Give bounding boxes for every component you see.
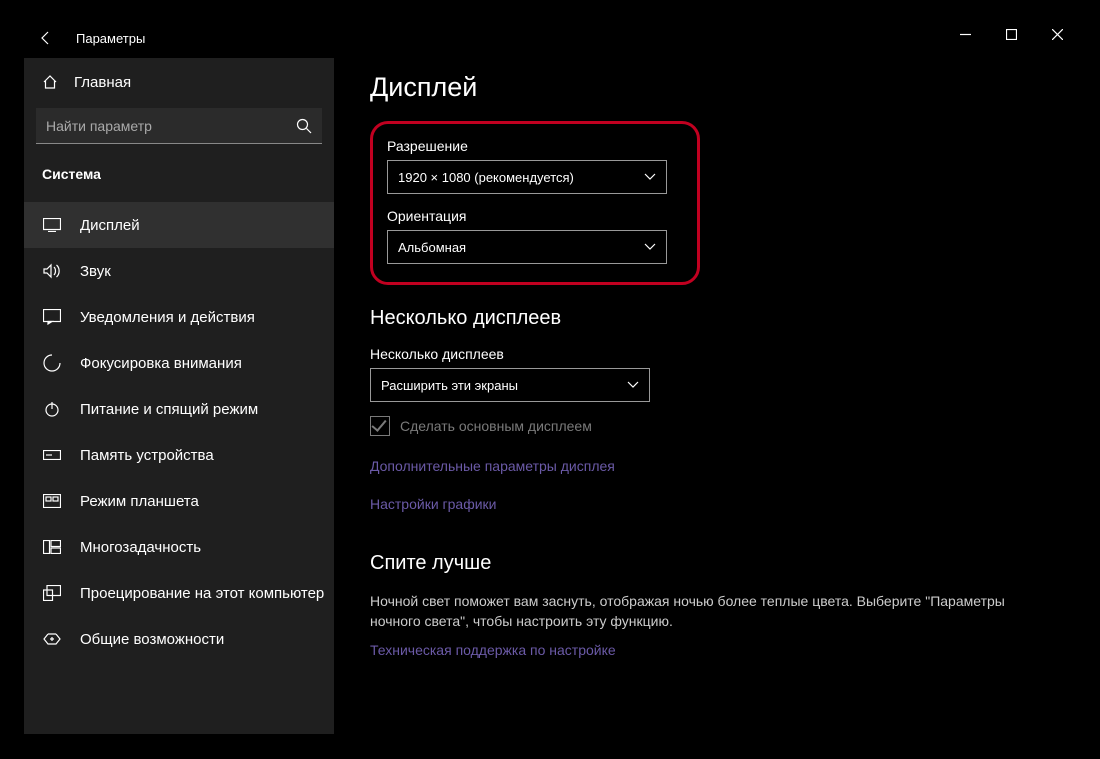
main-pane: Дисплей Разрешение 1920 × 1080 (рекоменд… (334, 58, 1080, 734)
sidebar: Главная Система Дисплей Звук Уведомлени (24, 58, 334, 734)
multi-displays-label: Несколько дисплеев (370, 346, 1080, 362)
storage-icon (42, 450, 62, 460)
titlebar: Параметры (24, 18, 1080, 58)
sidebar-item-label: Фокусировка внимания (80, 355, 242, 372)
resolution-dropdown[interactable]: 1920 × 1080 (рекомендуется) (387, 160, 667, 194)
window-title: Параметры (76, 31, 145, 46)
highlighted-region: Разрешение 1920 × 1080 (рекомендуется) О… (370, 121, 700, 285)
multi-displays-heading: Несколько дисплеев (370, 307, 1080, 330)
sleep-better-description: Ночной свет поможет вам заснуть, отображ… (370, 591, 1010, 632)
power-icon (42, 401, 62, 417)
support-link[interactable]: Техническая поддержка по настройке (370, 642, 1080, 658)
arrow-left-icon (38, 30, 54, 46)
window-controls (942, 18, 1080, 50)
sidebar-item-label: Питание и спящий режим (80, 401, 258, 418)
search-icon (296, 118, 312, 134)
resolution-value: 1920 × 1080 (рекомендуется) (398, 170, 574, 185)
home-label: Главная (74, 74, 131, 91)
content-area: Главная Система Дисплей Звук Уведомлени (24, 58, 1080, 734)
sidebar-item-label: Дисплей (80, 217, 140, 234)
sidebar-item-power[interactable]: Питание и спящий режим (24, 386, 334, 432)
sidebar-item-focus[interactable]: Фокусировка внимания (24, 340, 334, 386)
focus-icon (42, 354, 62, 372)
chevron-down-icon (627, 381, 639, 389)
sidebar-item-label: Многозадачность (80, 539, 201, 556)
home-button[interactable]: Главная (24, 62, 334, 102)
sidebar-item-shared[interactable]: Общие возможности (24, 616, 334, 662)
settings-window: Параметры Главная Система Дисплей (24, 18, 1080, 734)
sidebar-item-label: Память устройства (80, 447, 214, 464)
home-icon (42, 74, 58, 90)
close-icon (1052, 29, 1063, 40)
sidebar-item-label: Звук (80, 263, 111, 280)
sidebar-item-label: Режим планшета (80, 493, 199, 510)
sidebar-item-storage[interactable]: Память устройства (24, 432, 334, 478)
sidebar-item-display[interactable]: Дисплей (24, 202, 334, 248)
orientation-label: Ориентация (387, 208, 683, 224)
minimize-icon (960, 29, 971, 40)
sidebar-item-notifications[interactable]: Уведомления и действия (24, 294, 334, 340)
minimize-button[interactable] (942, 18, 988, 50)
nav-list: Дисплей Звук Уведомления и действия Фоку… (24, 202, 334, 662)
shared-icon (42, 631, 62, 647)
category-label: Система (24, 156, 334, 190)
sidebar-item-label: Уведомления и действия (80, 309, 255, 326)
sidebar-item-tablet[interactable]: Режим планшета (24, 478, 334, 524)
projecting-icon (42, 585, 62, 601)
orientation-value: Альбомная (398, 240, 466, 255)
close-button[interactable] (1034, 18, 1080, 50)
sidebar-item-label: Проецирование на этот компьютер (80, 585, 324, 602)
maximize-button[interactable] (988, 18, 1034, 50)
sidebar-item-projecting[interactable]: Проецирование на этот компьютер (24, 570, 334, 616)
sidebar-item-multitask[interactable]: Многозадачность (24, 524, 334, 570)
make-primary-checkbox: Сделать основным дисплеем (370, 416, 1080, 436)
resolution-label: Разрешение (387, 138, 683, 154)
sleep-better-heading: Спите лучше (370, 552, 1080, 575)
sound-icon (42, 263, 62, 279)
multitask-icon (42, 540, 62, 554)
sidebar-item-label: Общие возможности (80, 631, 224, 648)
chevron-down-icon (644, 243, 656, 251)
orientation-dropdown[interactable]: Альбомная (387, 230, 667, 264)
sidebar-item-sound[interactable]: Звук (24, 248, 334, 294)
back-button[interactable] (32, 24, 60, 52)
search-input[interactable] (46, 118, 296, 134)
display-icon (42, 218, 62, 232)
graphics-settings-link[interactable]: Настройки графики (370, 496, 1080, 512)
search-box[interactable] (36, 108, 322, 144)
maximize-icon (1006, 29, 1017, 40)
multi-displays-value: Расширить эти экраны (381, 378, 518, 393)
page-title: Дисплей (370, 72, 1080, 103)
chevron-down-icon (644, 173, 656, 181)
multi-displays-dropdown[interactable]: Расширить эти экраны (370, 368, 650, 402)
tablet-icon (42, 494, 62, 508)
advanced-display-link[interactable]: Дополнительные параметры дисплея (370, 458, 1080, 474)
checkbox-checked-disabled-icon (370, 416, 390, 436)
notifications-icon (42, 309, 62, 325)
make-primary-label: Сделать основным дисплеем (400, 418, 592, 434)
